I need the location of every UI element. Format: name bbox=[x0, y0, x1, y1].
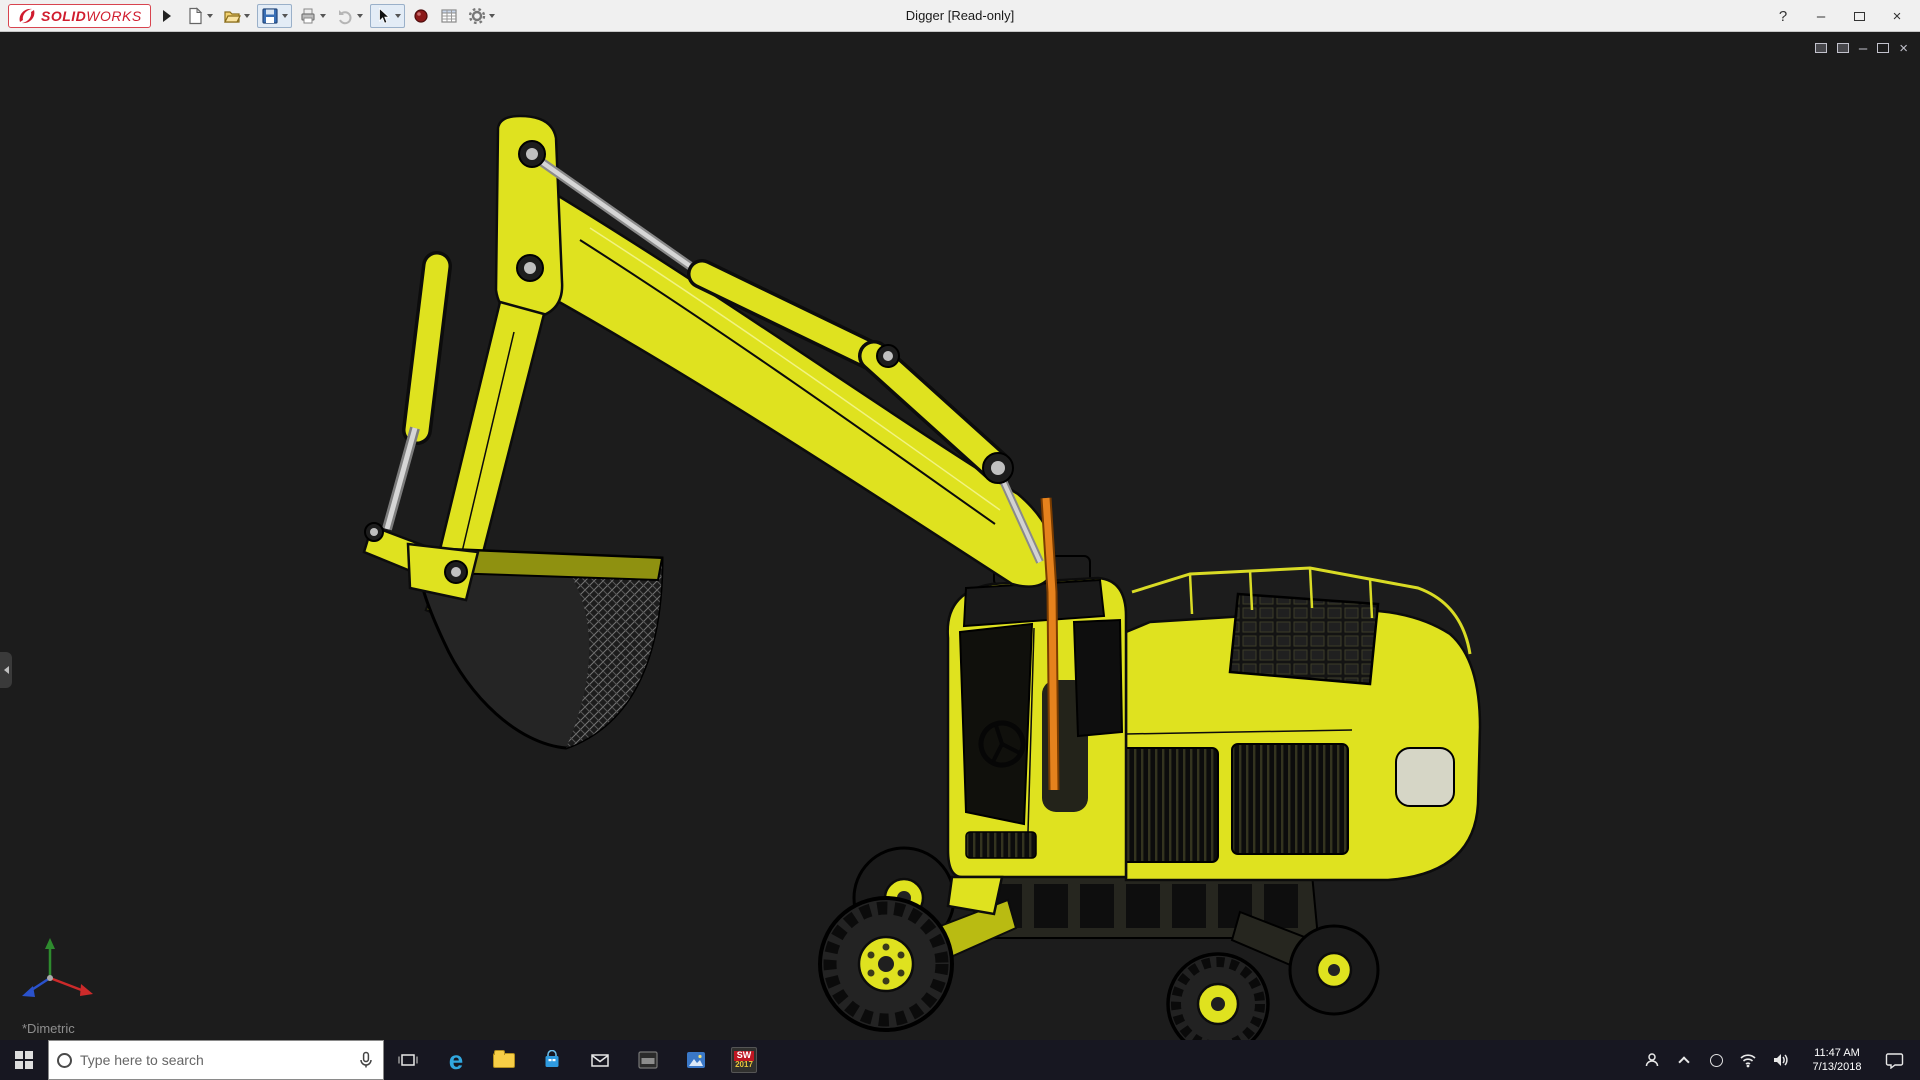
ds-logo-icon bbox=[17, 7, 37, 25]
store-icon bbox=[542, 1050, 562, 1070]
save-icon bbox=[261, 7, 279, 25]
save-button[interactable] bbox=[257, 4, 292, 28]
doc-window-icon-1[interactable] bbox=[1815, 40, 1827, 56]
start-button[interactable] bbox=[0, 1040, 48, 1080]
appearance-button[interactable] bbox=[409, 4, 433, 28]
windows-logo-icon bbox=[15, 1051, 33, 1069]
cab-group bbox=[948, 556, 1126, 914]
network-status-icon[interactable] bbox=[1702, 1040, 1730, 1080]
solidworks-2017-icon: SW 2017 bbox=[731, 1047, 757, 1073]
solidworks-logo: SOLIDWORKS bbox=[8, 4, 151, 28]
undo-button[interactable] bbox=[333, 4, 366, 28]
document-window-controls: – × bbox=[1815, 40, 1908, 56]
undo-icon bbox=[336, 7, 354, 25]
digger-3d-model[interactable] bbox=[0, 32, 1920, 1040]
design-table-icon bbox=[440, 7, 458, 25]
view-orientation-label: *Dimetric bbox=[22, 1021, 75, 1036]
doc-window-icon-2[interactable] bbox=[1837, 40, 1849, 56]
open-document-dropdown-icon[interactable] bbox=[244, 14, 250, 18]
photos-app-button[interactable] bbox=[672, 1040, 720, 1080]
undo-dropdown-icon[interactable] bbox=[357, 14, 363, 18]
print-icon bbox=[299, 7, 317, 25]
maximize-button[interactable] bbox=[1842, 3, 1876, 29]
new-document-icon bbox=[186, 7, 204, 25]
taskbar-search[interactable] bbox=[48, 1040, 384, 1080]
options-button[interactable] bbox=[465, 4, 498, 28]
save-dropdown-icon[interactable] bbox=[282, 14, 288, 18]
close-button[interactable]: × bbox=[1880, 3, 1914, 29]
gear-icon bbox=[468, 7, 486, 25]
solidworks-app-button[interactable]: SW 2017 bbox=[720, 1040, 768, 1080]
volume-icon[interactable] bbox=[1766, 1040, 1794, 1080]
microphone-icon[interactable] bbox=[357, 1051, 375, 1069]
photos-icon bbox=[685, 1050, 707, 1070]
print-button[interactable] bbox=[296, 4, 329, 28]
task-view-button[interactable] bbox=[384, 1040, 432, 1080]
doc-minimize-icon[interactable]: – bbox=[1859, 40, 1867, 56]
clock-time: 11:47 AM bbox=[1798, 1046, 1876, 1060]
open-document-icon bbox=[223, 7, 241, 25]
mail-icon bbox=[590, 1052, 610, 1068]
cortana-icon bbox=[57, 1053, 72, 1068]
options-dropdown-icon[interactable] bbox=[489, 14, 495, 18]
doc-restore-icon[interactable] bbox=[1877, 40, 1889, 56]
minimize-button[interactable]: – bbox=[1804, 3, 1838, 29]
edge-icon: e bbox=[449, 1047, 463, 1073]
new-document-button[interactable] bbox=[183, 4, 216, 28]
hidden-icons-chevron[interactable] bbox=[1670, 1040, 1698, 1080]
edge-app-button[interactable]: e bbox=[432, 1040, 480, 1080]
mail-app-button[interactable] bbox=[576, 1040, 624, 1080]
appearance-sphere-icon bbox=[412, 7, 430, 25]
panel-flyout-tab[interactable] bbox=[0, 652, 12, 688]
menu-flyout-arrow-icon[interactable] bbox=[163, 10, 171, 22]
task-view-icon bbox=[398, 1052, 418, 1068]
taskbar: e SW 2017 bbox=[0, 1040, 1920, 1080]
search-input[interactable] bbox=[80, 1052, 349, 1068]
new-document-dropdown-icon[interactable] bbox=[207, 14, 213, 18]
titlebar: SOLIDWORKS bbox=[0, 0, 1920, 32]
orientation-triad bbox=[14, 934, 106, 1012]
people-icon[interactable] bbox=[1638, 1040, 1666, 1080]
graphics-viewport[interactable]: – × *Dimetric bbox=[0, 32, 1920, 1040]
maximize-icon bbox=[1854, 12, 1865, 21]
brand-name: SOLIDWORKS bbox=[41, 8, 142, 24]
file-explorer-button[interactable] bbox=[480, 1040, 528, 1080]
open-document-button[interactable] bbox=[220, 4, 253, 28]
taskbar-clock[interactable]: 11:47 AM 7/13/2018 bbox=[1798, 1046, 1876, 1074]
select-tool-button[interactable] bbox=[370, 4, 405, 28]
terminal-icon bbox=[637, 1050, 659, 1070]
select-tool-dropdown-icon[interactable] bbox=[395, 14, 401, 18]
store-app-button[interactable] bbox=[528, 1040, 576, 1080]
body-group bbox=[1104, 568, 1480, 880]
clock-date: 7/13/2018 bbox=[1798, 1060, 1876, 1074]
action-center-icon[interactable] bbox=[1880, 1040, 1908, 1080]
window-controls: ? – × bbox=[1766, 0, 1914, 32]
system-tray: 11:47 AM 7/13/2018 bbox=[1638, 1040, 1920, 1080]
terminal-app-button[interactable] bbox=[624, 1040, 672, 1080]
print-dropdown-icon[interactable] bbox=[320, 14, 326, 18]
help-button[interactable]: ? bbox=[1766, 3, 1800, 29]
select-cursor-icon bbox=[374, 7, 392, 25]
file-explorer-icon bbox=[493, 1053, 515, 1068]
wifi-icon[interactable] bbox=[1734, 1040, 1762, 1080]
doc-close-icon[interactable]: × bbox=[1899, 40, 1908, 56]
design-table-button[interactable] bbox=[437, 4, 461, 28]
flyout-arrow-icon bbox=[4, 666, 9, 674]
